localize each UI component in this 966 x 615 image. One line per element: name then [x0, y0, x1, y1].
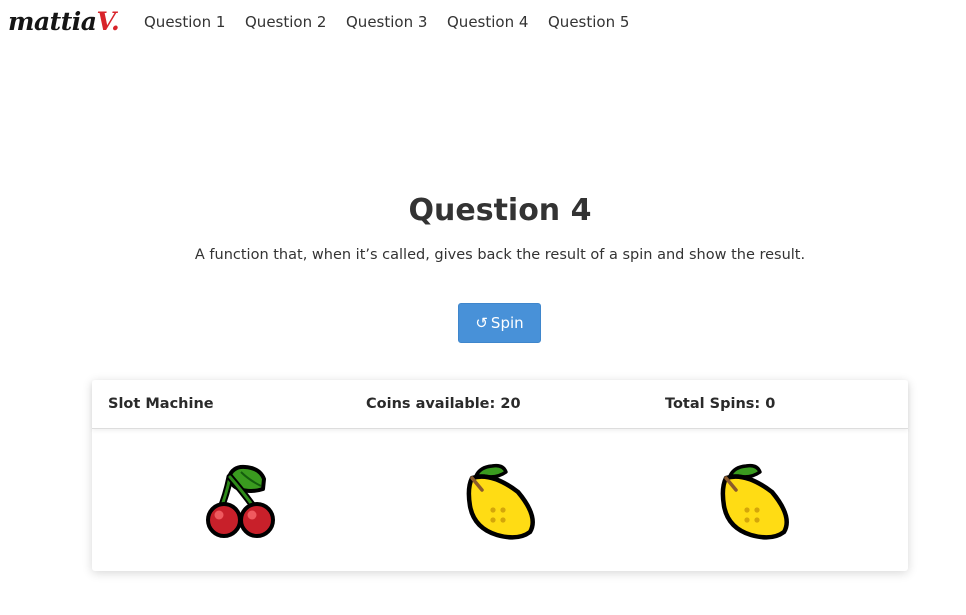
slot-machine-card: Slot Machine Coins available: 20 Total S… [92, 380, 908, 571]
nav-question-2[interactable]: Question 2 [245, 12, 326, 32]
total-spins: Total Spins: 0 [665, 396, 776, 412]
coins-available: Coins available: 20 [366, 396, 521, 412]
navbar: mattiaV. Question 1 Question 2 Question … [0, 0, 966, 44]
slot-machine-title: Slot Machine [108, 396, 214, 412]
brand-name: mattia [8, 7, 97, 36]
lemon-icon [720, 463, 789, 540]
nav-question-1[interactable]: Question 1 [144, 12, 225, 32]
spin-button-label: Spin [490, 314, 524, 332]
slot-machine-header: Slot Machine Coins available: 20 Total S… [92, 380, 908, 429]
page-title: Question 4 [408, 193, 592, 228]
refresh-icon: ↺ [475, 314, 488, 332]
nav-question-5[interactable]: Question 5 [548, 12, 629, 32]
spin-button[interactable]: ↺ Spin [458, 303, 541, 343]
nav-question-4[interactable]: Question 4 [447, 12, 528, 32]
nav-question-3[interactable]: Question 3 [346, 12, 427, 32]
cherries-icon [206, 464, 275, 538]
lemon-icon [466, 463, 535, 540]
brand-initial: V. [96, 7, 120, 36]
page-description: A function that, when it’s called, gives… [194, 247, 806, 263]
brand-logo[interactable]: mattiaV. [8, 6, 120, 38]
